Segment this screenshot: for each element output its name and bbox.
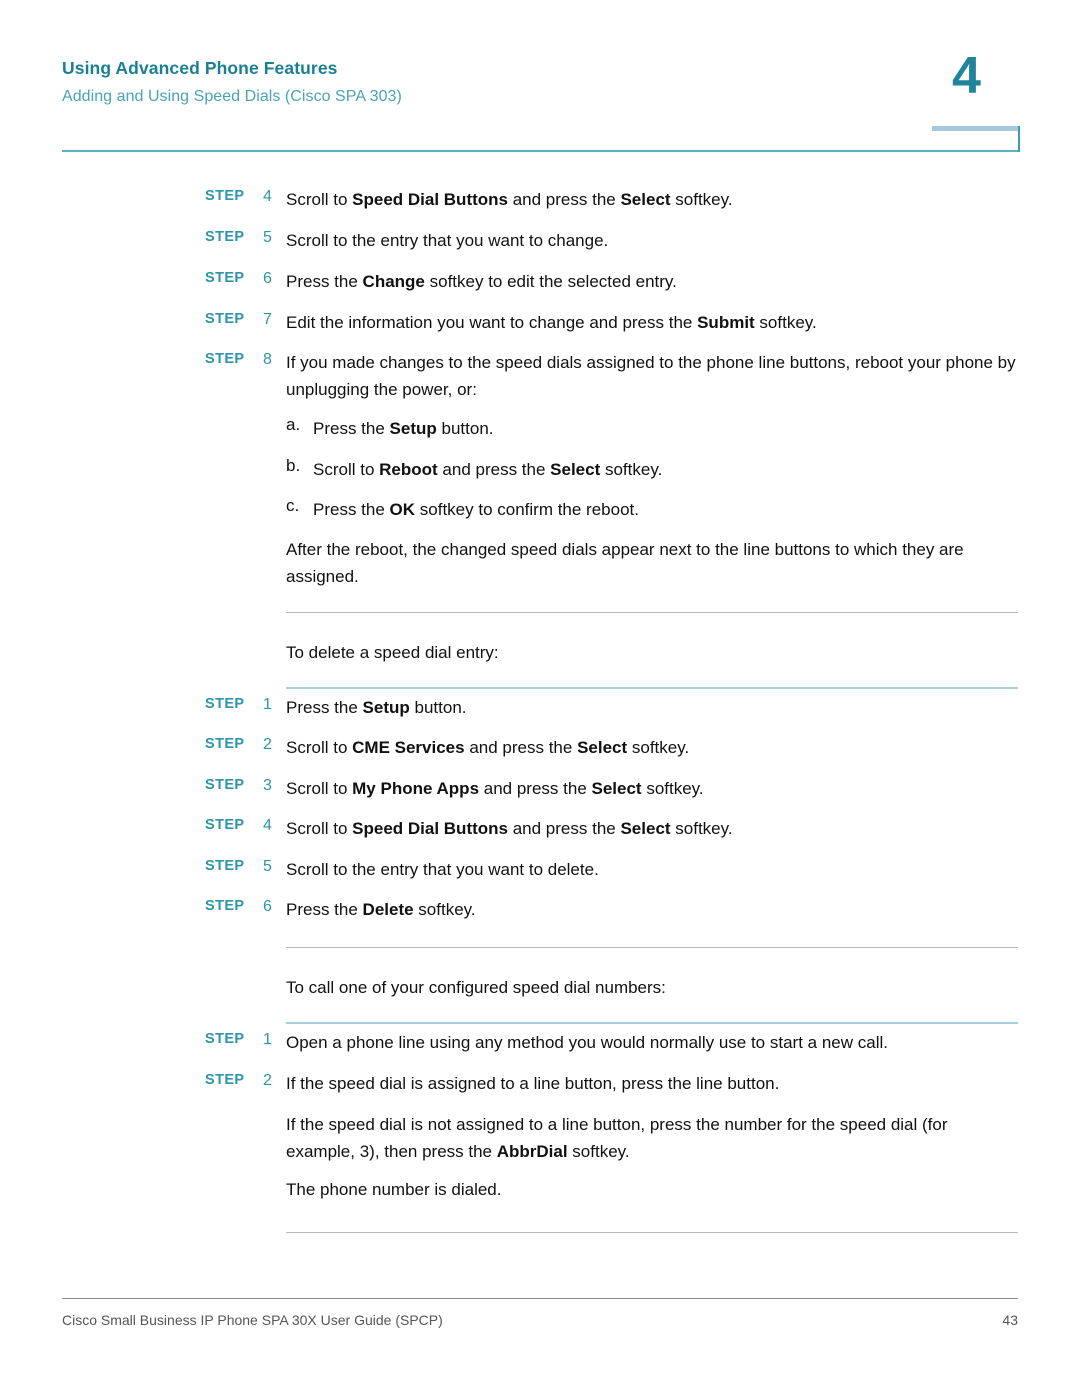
substep-marker: b. (286, 456, 301, 475)
step-number: 6 (263, 270, 272, 287)
section-divider-gray (286, 947, 1018, 948)
step-label: STEP (205, 270, 245, 286)
step-number: 4 (263, 817, 272, 834)
step-text: Scroll to the entry that you want to cha… (286, 231, 609, 250)
step-label: STEP (205, 898, 245, 914)
substep-text: Press the OK softkey to confirm the rebo… (313, 500, 639, 519)
chapter-number: 4 (952, 47, 981, 105)
substep-marker: c. (286, 496, 300, 515)
step-text: Press the Setup button. (286, 698, 467, 717)
footer-divider (62, 1298, 1018, 1299)
step-label: STEP (205, 1031, 245, 1047)
section-divider-gray (286, 1232, 1018, 1233)
step-text: Scroll to Speed Dial Buttons and press t… (286, 190, 733, 209)
step-text: Scroll to My Phone Apps and press the Se… (286, 779, 704, 798)
trailing-paragraph: If the speed dial is not assigned to a l… (286, 1115, 948, 1161)
step-text: Press the Change softkey to edit the sel… (286, 272, 677, 291)
step-text: Edit the information you want to change … (286, 313, 817, 332)
page-subtitle: Adding and Using Speed Dials (Cisco SPA … (62, 88, 402, 105)
trailing-paragraph: The phone number is dialed. (286, 1180, 502, 1199)
step-number: 2 (263, 736, 272, 753)
step-number: 3 (263, 777, 272, 794)
step-number: 4 (263, 188, 272, 205)
step-label: STEP (205, 696, 245, 712)
step-number: 2 (263, 1072, 272, 1089)
step-number: 1 (263, 1031, 272, 1048)
step-label: STEP (205, 351, 245, 367)
section-divider-blue (286, 1022, 1018, 1024)
page-header: Using Advanced Phone Features Adding and… (0, 0, 1080, 152)
footer-page-number: 43 (1002, 1312, 1018, 1328)
section-divider-gray (286, 612, 1018, 613)
step-label: STEP (205, 817, 245, 833)
step-number: 5 (263, 229, 272, 246)
step-text: Scroll to CME Services and press the Sel… (286, 738, 690, 757)
step-number: 7 (263, 311, 272, 328)
step-label: STEP (205, 188, 245, 204)
chapter-tab-right-edge (1018, 126, 1020, 152)
step-text: Press the Delete softkey. (286, 900, 476, 919)
header-divider (62, 150, 1018, 152)
section-intro: To call one of your configured speed dia… (286, 978, 666, 997)
substep-marker: a. (286, 415, 301, 434)
page-title: Using Advanced Phone Features (62, 58, 338, 78)
step-text: If you made changes to the speed dials a… (286, 353, 1016, 399)
step-label: STEP (205, 777, 245, 793)
step-label: STEP (205, 736, 245, 752)
step-number: 1 (263, 696, 272, 713)
closing-paragraph: After the reboot, the changed speed dial… (286, 540, 964, 586)
step-label: STEP (205, 229, 245, 245)
section-intro: To delete a speed dial entry: (286, 643, 499, 662)
section-divider-blue (286, 687, 1018, 689)
step-text: If the speed dial is assigned to a line … (286, 1074, 780, 1093)
substep-text: Scroll to Reboot and press the Select so… (313, 460, 663, 479)
step-label: STEP (205, 1072, 245, 1088)
substep-text: Press the Setup button. (313, 419, 494, 438)
step-number: 6 (263, 898, 272, 915)
step-number: 8 (263, 351, 272, 368)
step-number: 5 (263, 858, 272, 875)
step-label: STEP (205, 311, 245, 327)
footer-text: Cisco Small Business IP Phone SPA 30X Us… (62, 1312, 443, 1328)
chapter-tab-top-bar (932, 126, 1020, 131)
step-text: Open a phone line using any method you w… (286, 1033, 888, 1052)
step-label: STEP (205, 858, 245, 874)
step-text: Scroll to Speed Dial Buttons and press t… (286, 819, 733, 838)
step-text: Scroll to the entry that you want to del… (286, 860, 599, 879)
